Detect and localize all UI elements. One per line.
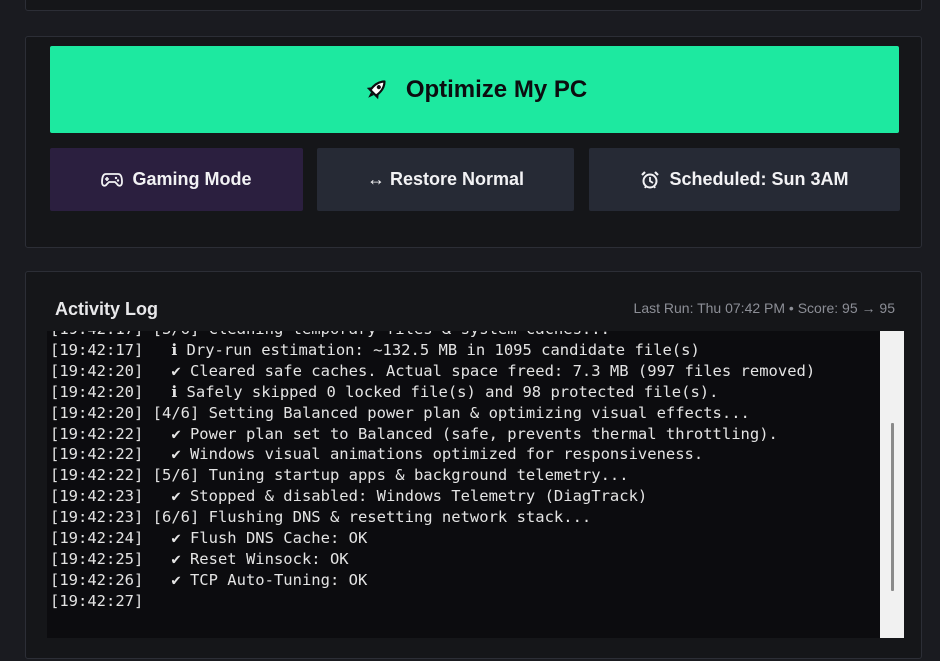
log-line: [19:42:20] [4/6] Setting Balanced power … xyxy=(50,403,750,422)
schedule-label: Scheduled: Sun 3AM xyxy=(669,169,849,189)
log-title: Activity Log xyxy=(55,299,159,319)
rocket-icon xyxy=(362,76,390,104)
gamepad-icon xyxy=(101,172,124,188)
log-line: [19:42:24] ✔ Flush DNS Cache: OK xyxy=(50,529,368,548)
log-lines: [19:42:17] [3/6] Cleaning temporary file… xyxy=(50,331,875,612)
log-status: Last Run: Thu 07:42 PM • Score: 95 → 95 xyxy=(633,300,895,316)
schedule-button[interactable]: Scheduled: Sun 3AM xyxy=(589,148,900,211)
optimize-label: Optimize My PC xyxy=(405,75,588,103)
gaming-mode-button[interactable]: Gaming Mode xyxy=(50,148,303,211)
alarm-clock-icon xyxy=(640,170,660,190)
actions-panel: Optimize My PC Gaming Mode ↔ Restore Nor… xyxy=(25,36,922,248)
log-line: [19:42:26] ✔ TCP Auto-Tuning: OK xyxy=(50,570,368,589)
log-line: [19:42:25] ✔ Reset Winsock: OK xyxy=(50,549,349,568)
activity-log-panel: Activity Log Last Run: Thu 07:42 PM • Sc… xyxy=(25,271,922,659)
log-line: [19:42:23] ✔ Stopped & disabled: Windows… xyxy=(50,487,648,506)
log-line: [19:42:20] ℹ Safely skipped 0 locked fil… xyxy=(50,382,719,401)
log-line: [19:42:17] ℹ Dry-run estimation: ~132.5 … xyxy=(50,340,700,359)
restore-normal-label: ↔ Restore Normal xyxy=(366,169,525,189)
log-console[interactable]: [19:42:17] [3/6] Cleaning temporary file… xyxy=(47,331,904,638)
log-line: [19:42:27] xyxy=(50,591,144,610)
log-scrollbar[interactable] xyxy=(880,331,904,638)
log-line: [19:42:22] ✔ Power plan set to Balanced … xyxy=(50,424,778,443)
log-line: [19:42:22] [5/6] Tuning startup apps & b… xyxy=(50,466,629,485)
log-line: [19:42:22] ✔ Windows visual animations o… xyxy=(50,445,704,464)
log-line: [19:42:20] ✔ Cleared safe caches. Actual… xyxy=(50,361,816,380)
log-scroll-thumb[interactable] xyxy=(891,423,894,591)
log-line: [19:42:23] [6/6] Flushing DNS & resettin… xyxy=(50,508,592,527)
gaming-mode-label: Gaming Mode xyxy=(132,169,252,189)
optimize-button[interactable]: Optimize My PC xyxy=(50,46,899,133)
log-line: [19:42:17] [3/6] Cleaning temporary file… xyxy=(50,331,875,340)
restore-normal-button[interactable]: ↔ Restore Normal xyxy=(317,148,574,211)
top-panel xyxy=(25,0,922,11)
